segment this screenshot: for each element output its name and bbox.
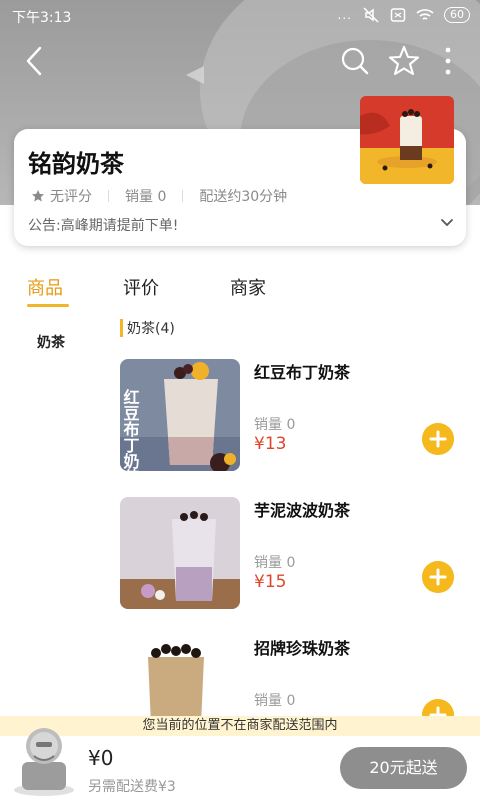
product-name: 芋泥波波奶茶	[254, 501, 351, 520]
search-icon[interactable]	[340, 46, 370, 76]
product-sales: 销量 0	[254, 555, 296, 571]
product-name: 红豆布丁奶茶	[254, 363, 351, 382]
category-marker	[120, 319, 123, 337]
wifi-icon	[416, 9, 434, 20]
category-title: 奶茶(4)	[127, 321, 175, 337]
menu-item[interactable]: 芋泥波波奶茶 销量 0 ¥15	[120, 497, 480, 609]
store-logo	[360, 96, 454, 184]
add-to-cart-icon[interactable]	[422, 423, 454, 455]
product-sales: 销量 0	[254, 693, 296, 709]
divider	[182, 190, 184, 202]
tab-merchant[interactable]: 商家	[230, 274, 266, 300]
store-tabs: 商品 评价 商家	[0, 262, 480, 310]
product-price: ¥13	[254, 434, 287, 454]
product-sales: 销量 0	[254, 417, 296, 433]
signal-icon: ...	[337, 8, 352, 22]
back-icon[interactable]	[20, 44, 50, 78]
menu-item[interactable]: 红豆布丁奶茶 红豆布丁奶茶 销量 0 ¥13	[120, 359, 480, 471]
checkout-button[interactable]: 20元起送	[340, 747, 467, 789]
sidebar-item-milk-tea[interactable]: 奶茶	[37, 332, 65, 352]
mute-icon	[363, 7, 379, 23]
store-rating: 无评分	[50, 189, 92, 205]
store-notice[interactable]: 公告:高峰期请提前下单!	[28, 215, 178, 235]
product-name: 招牌珍珠奶茶	[254, 639, 351, 658]
store-name: 铭韵奶茶	[28, 150, 124, 178]
category-header: 奶茶(4)	[120, 318, 175, 338]
star-icon	[32, 190, 44, 202]
store-sales: 销量 0	[125, 189, 167, 205]
header-decoration	[186, 66, 204, 84]
active-tab-indicator	[27, 304, 69, 307]
product-image[interactable]	[120, 497, 240, 609]
status-time: 下午3:13	[12, 10, 72, 26]
status-bar: 下午3:13 ... 60	[0, 0, 480, 32]
cart-icon[interactable]	[12, 716, 76, 796]
star-icon[interactable]	[387, 44, 421, 78]
divider	[108, 190, 109, 202]
product-image-text: 红豆布丁奶茶	[121, 388, 141, 471]
product-price: ¥15	[254, 572, 287, 592]
delivery-fee: 另需配送费¥3	[88, 779, 176, 795]
store-stats: 无评分 销量 0 配送约30分钟	[31, 186, 287, 206]
battery-icon: 60	[444, 7, 470, 23]
product-image[interactable]: 红豆布丁奶茶	[120, 359, 240, 471]
store-delivery-time: 配送约30分钟	[199, 189, 288, 205]
tab-products[interactable]: 商品	[27, 274, 63, 300]
tab-reviews[interactable]: 评价	[123, 274, 159, 300]
more-icon[interactable]	[440, 46, 456, 76]
add-to-cart-icon[interactable]	[422, 561, 454, 593]
cart-total: ¥0	[88, 746, 114, 770]
chevron-down-icon[interactable]	[440, 215, 454, 229]
sim-icon	[390, 8, 406, 22]
